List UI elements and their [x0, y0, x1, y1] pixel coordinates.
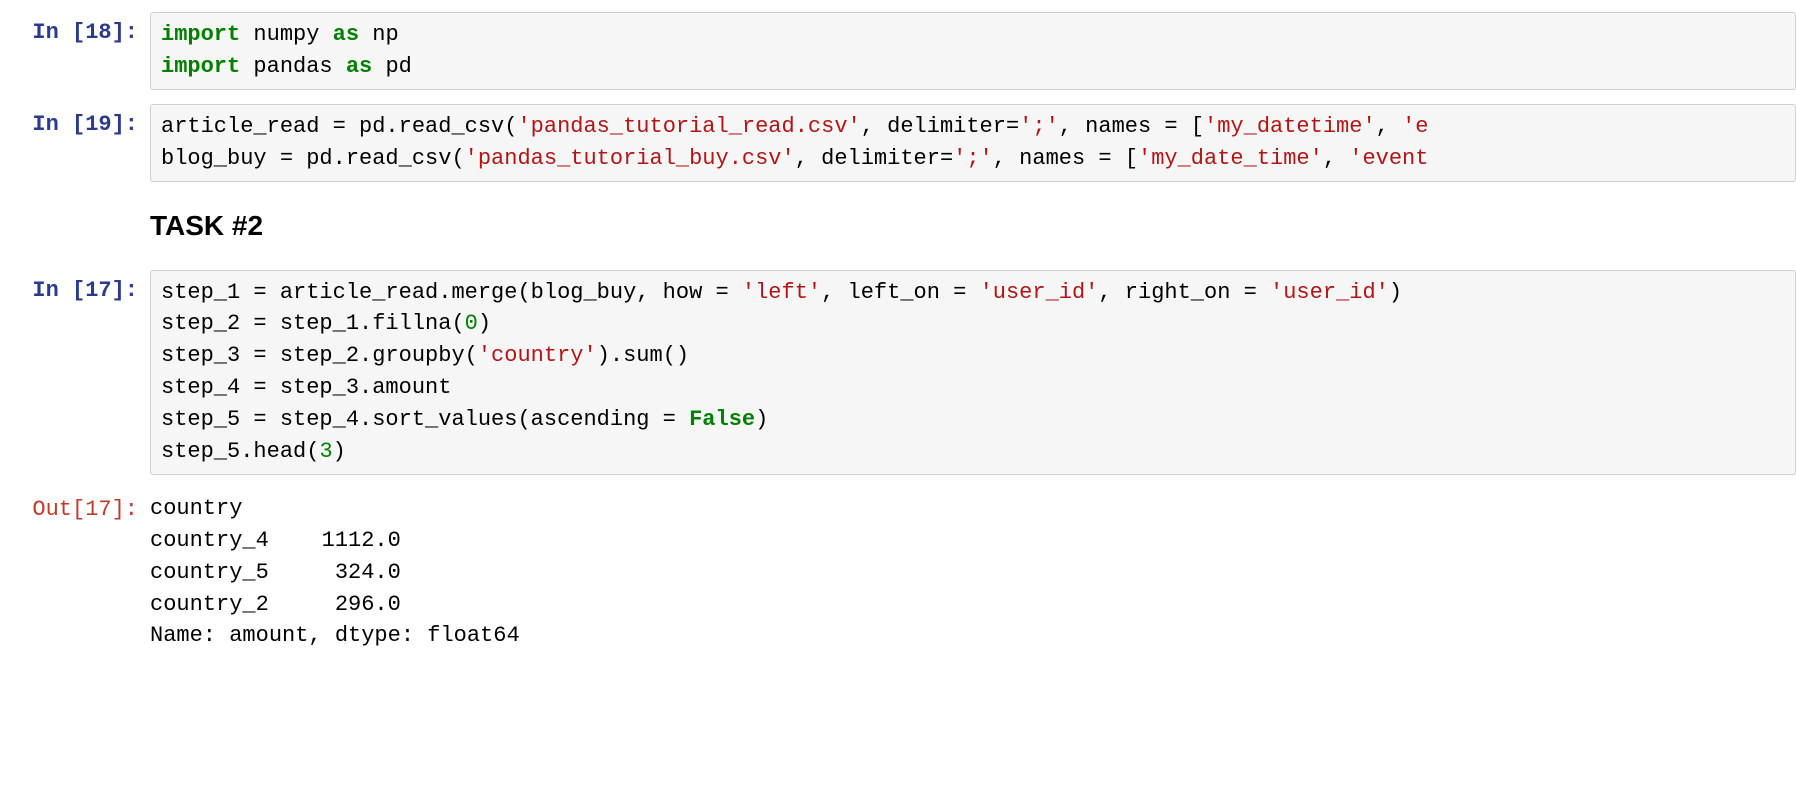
- input-prompt: In [19]:: [0, 104, 150, 182]
- code-input[interactable]: article_read = pd.read_csv('pandas_tutor…: [150, 104, 1796, 182]
- input-prompt: In [17]:: [0, 270, 150, 475]
- task-heading: TASK #2: [150, 210, 1796, 242]
- exec-count: 19: [85, 112, 111, 137]
- exec-count: 18: [85, 20, 111, 45]
- notebook-container: In [18]: import numpy as np import panda…: [0, 8, 1796, 662]
- in-label: In: [32, 278, 58, 303]
- input-prompt: In [18]:: [0, 12, 150, 90]
- in-label: In: [32, 20, 58, 45]
- code-input[interactable]: step_1 = article_read.merge(blog_buy, ho…: [150, 270, 1796, 475]
- markdown-cell: TASK #2: [0, 192, 1796, 266]
- in-label: In: [32, 112, 58, 137]
- empty-prompt: [0, 196, 150, 256]
- output-prompt: Out[17]:: [0, 489, 150, 652]
- exec-count: 17: [85, 497, 111, 522]
- exec-count: 17: [85, 278, 111, 303]
- code-input[interactable]: import numpy as np import pandas as pd: [150, 12, 1796, 90]
- output-cell: Out[17]: country country_4 1112.0 countr…: [0, 485, 1796, 662]
- out-label: Out: [32, 497, 72, 522]
- code-cell: In [19]: article_read = pd.read_csv('pan…: [0, 100, 1796, 192]
- code-cell: In [17]: step_1 = article_read.merge(blo…: [0, 266, 1796, 485]
- code-cell: In [18]: import numpy as np import panda…: [0, 8, 1796, 100]
- output-text: country country_4 1112.0 country_5 324.0…: [150, 489, 1796, 652]
- markdown-rendered[interactable]: TASK #2: [150, 196, 1796, 256]
